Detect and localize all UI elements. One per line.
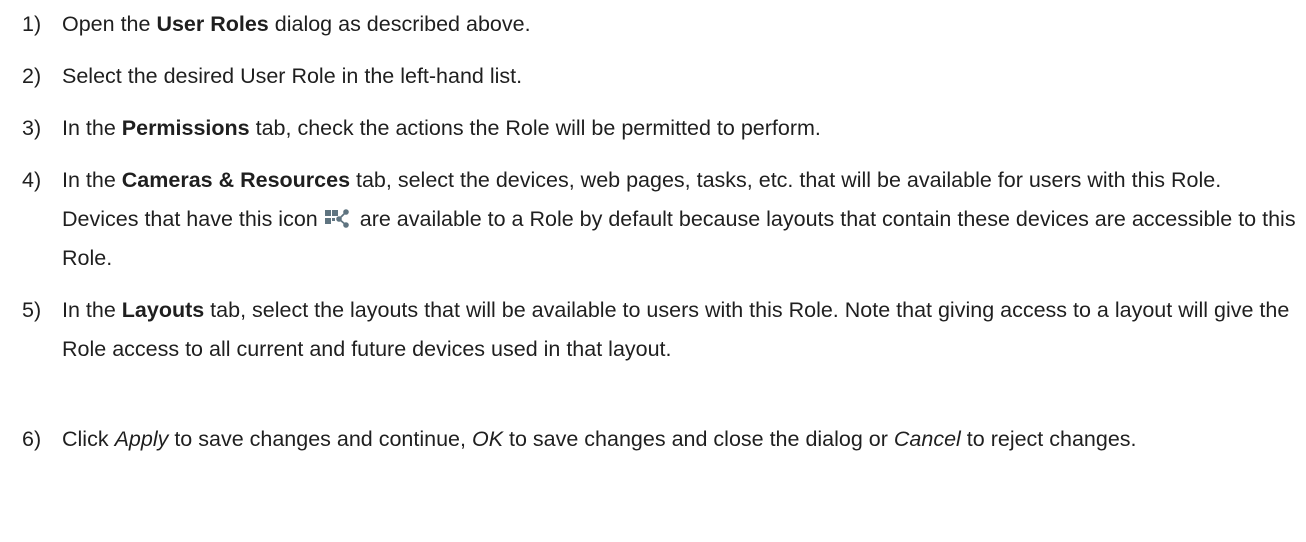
step-text: Open the User Roles dialog as described … — [62, 12, 531, 36]
step-number: 5) — [22, 298, 42, 322]
step-number: 3) — [22, 116, 42, 140]
cameras-resources-term: Cameras & Resources — [121, 168, 351, 192]
step-text: Select the desired User Role in the left… — [62, 64, 523, 88]
step-2: 2) Select the desired User Role in the l… — [22, 57, 1298, 96]
step-text: In the Permissions tab, check the action… — [62, 116, 821, 140]
layouts-term: Layouts — [121, 298, 205, 322]
step-text: In the Layouts tab, select the layouts t… — [62, 298, 1290, 361]
step-3: 3) In the Permissions tab, check the act… — [22, 109, 1298, 148]
step-4: 4) In the Cameras & Resources tab, selec… — [22, 161, 1298, 278]
step-number: 2) — [22, 64, 42, 88]
step-number: 6) — [22, 427, 42, 451]
step-number: 1) — [22, 12, 42, 36]
step-6: 6) Click Apply to save changes and conti… — [22, 420, 1298, 459]
permissions-term: Permissions — [121, 116, 250, 140]
step-number: 4) — [22, 168, 42, 192]
step-text: In the Cameras & Resources tab, select t… — [62, 168, 1296, 270]
step-1: 1) Open the User Roles dialog as describ… — [22, 5, 1298, 44]
step-5: 5) In the Layouts tab, select the layout… — [22, 291, 1298, 369]
apply-term: Apply — [114, 427, 169, 451]
shared-layout-device-icon — [324, 202, 350, 228]
step-text: Click Apply to save changes and continue… — [62, 427, 1137, 451]
instruction-document: 1) Open the User Roles dialog as describ… — [0, 0, 1306, 542]
ok-term: OK — [471, 427, 504, 451]
user-roles-term: User Roles — [156, 12, 269, 36]
cancel-term: Cancel — [893, 427, 961, 451]
